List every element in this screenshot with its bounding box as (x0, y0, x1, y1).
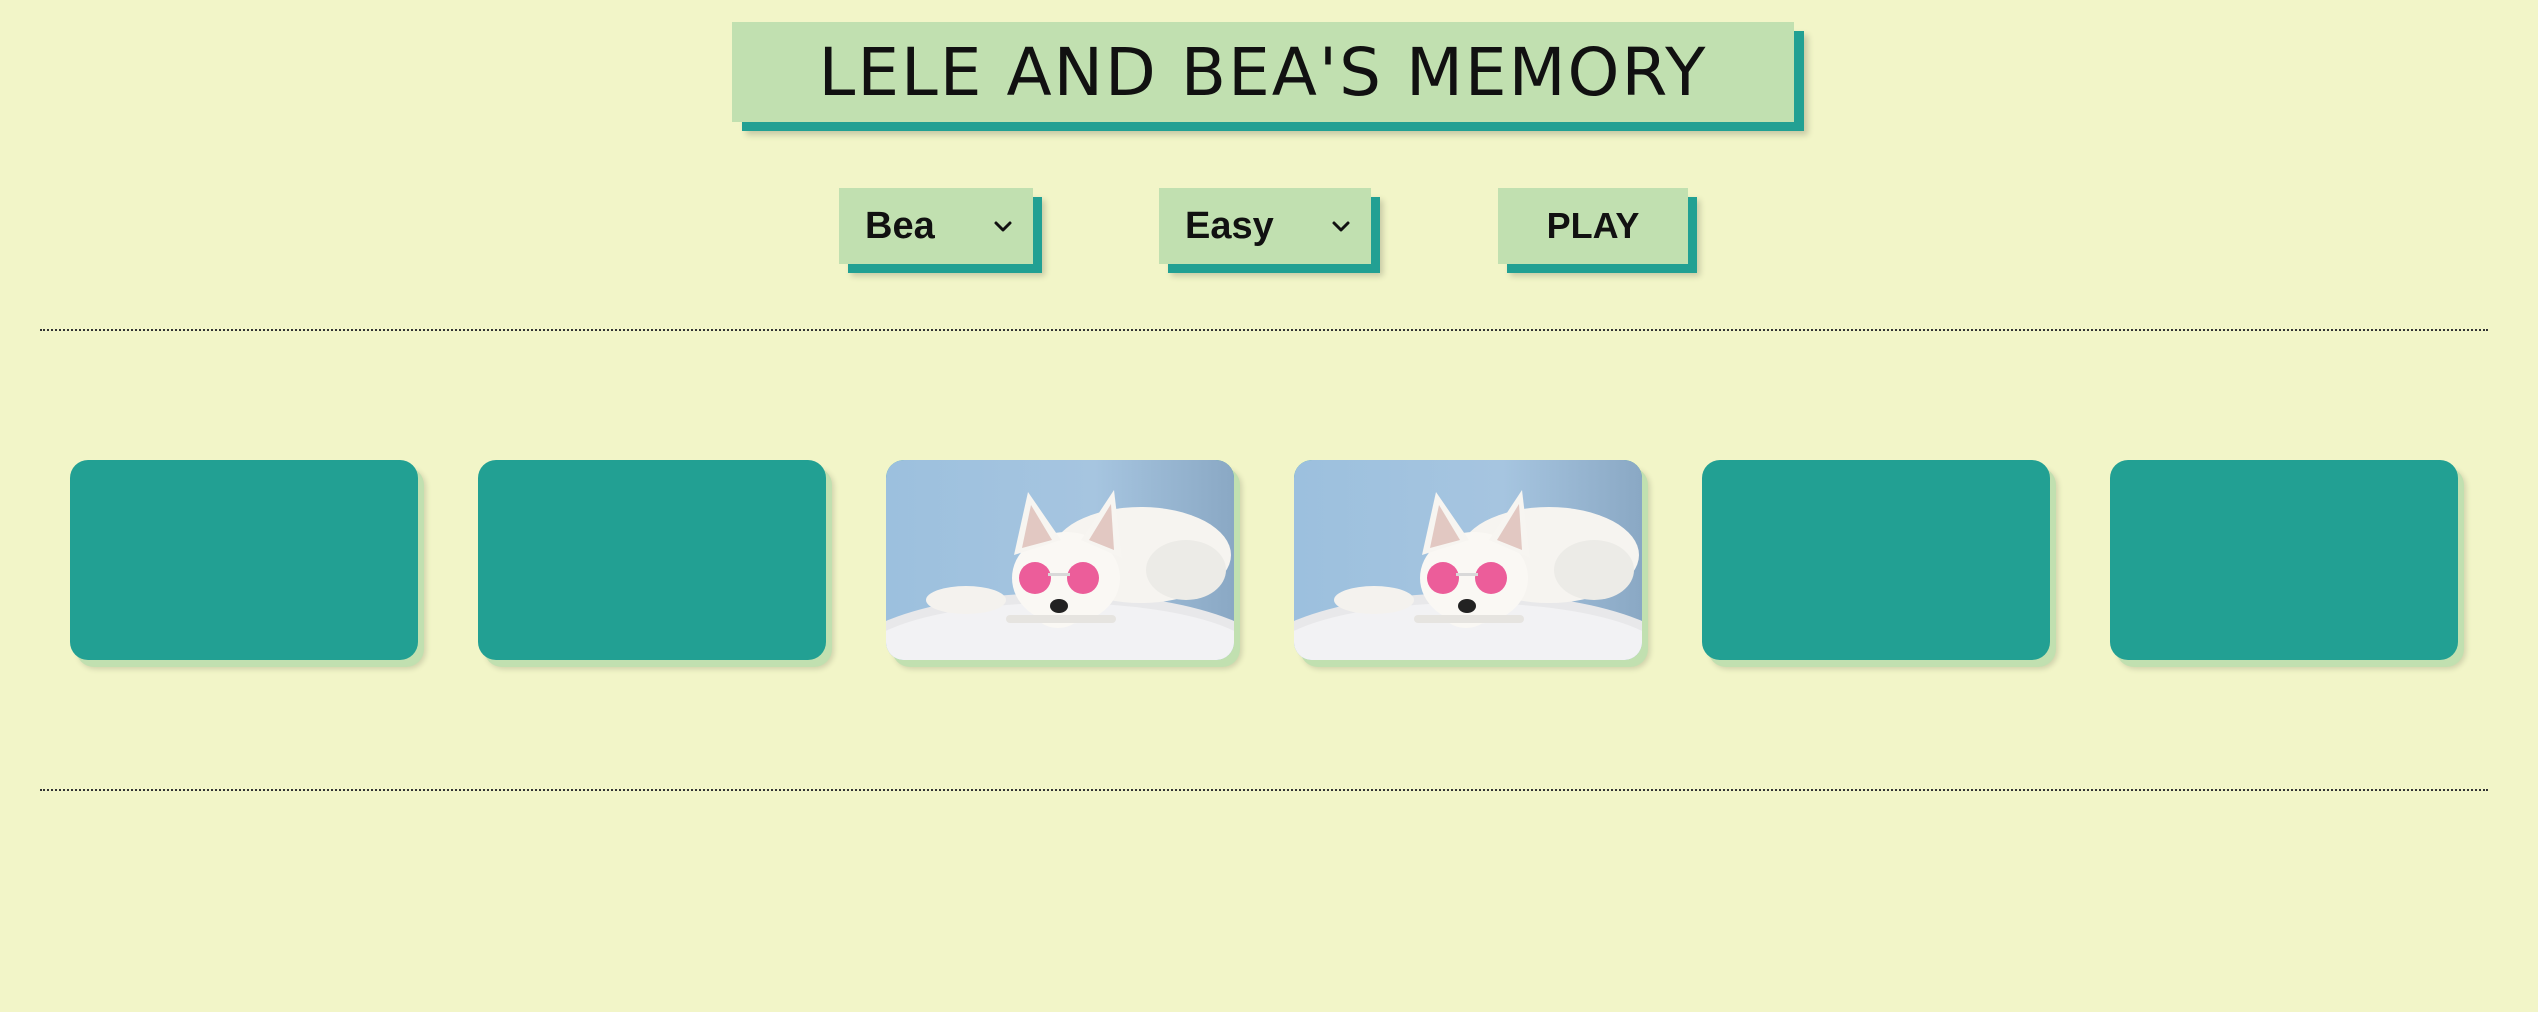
chevron-down-icon (994, 221, 1012, 232)
play-button-label: PLAY (1546, 205, 1640, 246)
memory-card[interactable] (886, 460, 1234, 660)
memory-card[interactable] (70, 460, 418, 660)
page-title: LELE AND BEA'S MEMORY (818, 33, 1708, 111)
player-select-value: Bea (865, 204, 935, 247)
memory-game-page: LELE AND BEA'S MEMORY Bea Easy PLAY (0, 0, 2538, 1012)
title-banner: LELE AND BEA'S MEMORY (732, 22, 1794, 122)
difficulty-select-value: Easy (1185, 204, 1274, 247)
dog-photo (886, 460, 1234, 660)
memory-card[interactable] (1294, 460, 1642, 660)
chevron-down-icon (1332, 221, 1350, 232)
player-select[interactable]: Bea (839, 188, 1033, 264)
memory-card[interactable] (1702, 460, 2050, 660)
top-divider (40, 329, 2488, 331)
memory-card[interactable] (2110, 460, 2458, 660)
dog-photo (1294, 460, 1642, 660)
difficulty-select[interactable]: Easy (1159, 188, 1371, 264)
play-button[interactable]: PLAY (1498, 188, 1688, 264)
memory-card[interactable] (478, 460, 826, 660)
bottom-divider (40, 789, 2488, 791)
